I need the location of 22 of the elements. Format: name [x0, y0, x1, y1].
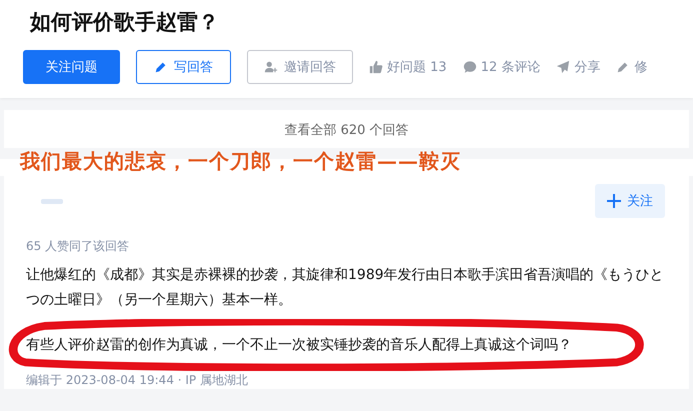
pencil-icon — [154, 60, 168, 74]
meta-button[interactable]: 12 条评论 — [462, 58, 540, 76]
plus-icon — [607, 194, 621, 208]
comment-icon — [462, 60, 477, 74]
pencil-icon — [616, 60, 630, 74]
answer-paragraph: 让他爆红的《成都》其实是赤裸裸的抄袭，其旋律和1989年发行由日本歌手滨田省吾演唱的《もうひとつの土曜日》（另一个星期六）基本一样。 — [26, 266, 665, 310]
thumbs-up-icon — [369, 60, 383, 74]
vote-count: 65 人赞同了该回答 — [26, 238, 130, 255]
meta-button[interactable]: 好问题 13 — [369, 58, 447, 76]
view-all-answers-link[interactable]: 查看全部 620 个回答 — [284, 121, 409, 139]
meta-button[interactable]: 修 — [616, 58, 648, 76]
follow-button[interactable]: 关注 — [595, 184, 665, 218]
action-button[interactable]: 写回答 — [136, 50, 231, 84]
edit-timestamp: 编辑于 2023-08-04 19:44 · IP 属地湖北 — [26, 372, 249, 389]
person-plus-icon — [264, 60, 278, 74]
meta-button[interactable]: 分享 — [556, 58, 600, 76]
action-button[interactable]: 邀请回答 — [247, 50, 353, 84]
annotation-caption: 我们最大的悲哀，一个刀郎，一个赵雷——鞍灭 — [0, 148, 693, 176]
answer-paragraph: 有些人评价赵雷的创作为真诚，一个不止一次被实锤抄袭的音乐人配得上真诚这个词吗？ — [26, 336, 573, 355]
send-icon — [556, 60, 570, 74]
action-button[interactable]: 关注问题 — [23, 50, 120, 84]
question-title: 如何评价歌手赵雷？ — [30, 9, 220, 36]
